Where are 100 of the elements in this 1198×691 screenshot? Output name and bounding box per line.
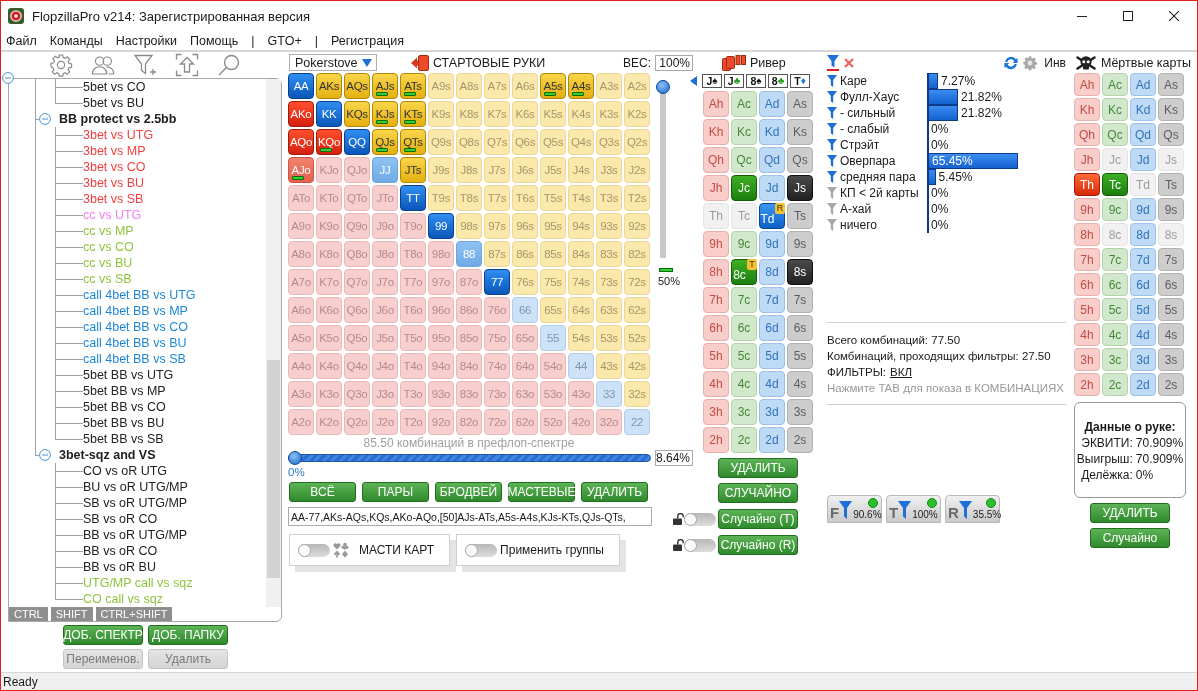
card-tile[interactable]: 5s (787, 343, 813, 369)
tree-item[interactable]: 3bet vs SB (83, 191, 144, 207)
tree-item[interactable]: 3bet vs BU (83, 175, 145, 191)
card-tile[interactable]: 9s (1158, 198, 1184, 221)
tree-item[interactable]: 5bet vs BU (83, 95, 145, 111)
hand-cell[interactable]: 42s (624, 353, 650, 379)
hand-cell[interactable]: 98s (456, 213, 482, 239)
card-tile[interactable]: 9h (703, 231, 729, 257)
random-card-button[interactable]: Случайно (R) (718, 535, 798, 555)
hand-cell[interactable]: 52o (540, 409, 566, 435)
hand-cell[interactable]: T9s (428, 185, 454, 211)
tree-item[interactable]: BB vs oR CO (83, 543, 158, 559)
filter-badge[interactable]: F 90.6% (827, 495, 882, 523)
card-tile[interactable]: Qh (703, 147, 729, 173)
tree-item[interactable]: cc vs BU (83, 255, 133, 271)
hand-cell[interactable]: 87o (456, 269, 482, 295)
hand-cell[interactable]: 64s (568, 297, 594, 323)
hand-cell[interactable]: Q4o (344, 353, 370, 379)
hand-cell[interactable]: KTo (316, 185, 342, 211)
hand-cell[interactable]: 96o (428, 297, 454, 323)
hand-cell[interactable]: Q9s (428, 129, 454, 155)
tree-item[interactable]: BB vs oR BU (83, 559, 156, 575)
triangle-left-icon[interactable] (690, 75, 697, 86)
filter-badge[interactable]: R 35.5% (945, 495, 1000, 523)
hand-cell[interactable]: T6s (512, 185, 538, 211)
board-button[interactable]: СЛУЧАЙНО (718, 483, 798, 503)
hand-cell[interactable]: 94o (428, 353, 454, 379)
hand-cell[interactable]: T5o (400, 325, 426, 351)
card-tile[interactable]: 6s (787, 315, 813, 341)
filter-icon[interactable] (827, 171, 837, 183)
tree-action-button[interactable]: ДОБ. ПАПКУ (148, 625, 228, 645)
board-card[interactable]: 8♣ (768, 73, 788, 88)
card-tile[interactable]: 5d (759, 343, 785, 369)
hand-cell[interactable]: 63s (596, 297, 622, 323)
modifier-key[interactable]: SHIFT (50, 607, 93, 621)
hand-cell[interactable]: K9s (428, 101, 454, 127)
hand-cell[interactable]: K8o (316, 241, 342, 267)
hand-cell[interactable]: 98o (428, 241, 454, 267)
hand-cell[interactable]: KQo (316, 129, 342, 155)
hand-cell[interactable]: K6o (316, 297, 342, 323)
toggle-switch[interactable] (298, 543, 330, 557)
hand-cell[interactable]: 88 (456, 241, 482, 267)
modifier-key[interactable]: CTRL (9, 607, 48, 621)
tree-item[interactable]: UTG/MP call vs sqz (83, 575, 193, 591)
hand-cell[interactable]: Q6o (344, 297, 370, 323)
range-button[interactable]: УДАЛИТЬ (581, 482, 648, 502)
hand-cell[interactable]: T5s (540, 185, 566, 211)
card-tile[interactable]: 7s (1158, 248, 1184, 271)
hand-cell[interactable]: T2s (624, 185, 650, 211)
hand-cell[interactable]: Q5s (540, 129, 566, 155)
hand-cell[interactable]: 62s (624, 297, 650, 323)
hand-cell[interactable]: 66 (512, 297, 538, 323)
hand-cell[interactable]: KK (316, 101, 342, 127)
card-tile[interactable]: 7c (731, 287, 757, 313)
hand-cell[interactable]: J2s (624, 157, 650, 183)
hand-cell[interactable]: J6o (372, 297, 398, 323)
card-tile[interactable]: 4h (1074, 323, 1100, 346)
card-tile[interactable]: 2d (759, 427, 785, 453)
card-tile[interactable]: Ts (787, 203, 813, 229)
filter-icon[interactable] (827, 203, 837, 215)
tree-item[interactable]: call 4bet BB vs MP (83, 303, 188, 319)
card-tile[interactable]: 4d (759, 371, 785, 397)
lock-icon[interactable] (673, 513, 684, 525)
tree-item[interactable]: cc vs MP (83, 223, 134, 239)
hand-cell[interactable]: 44 (568, 353, 594, 379)
hand-cell[interactable]: 55 (540, 325, 566, 351)
hand-cell[interactable]: J7o (372, 269, 398, 295)
hand-cell[interactable]: A8o (288, 241, 314, 267)
card-tile[interactable]: Kh (703, 119, 729, 145)
filter-icon[interactable] (827, 54, 839, 71)
hand-cell[interactable]: TT (400, 185, 426, 211)
toggle-switch[interactable] (684, 538, 716, 552)
card-tile[interactable]: Ad (1130, 73, 1156, 96)
card-tile[interactable]: 6d (759, 315, 785, 341)
hand-cell[interactable]: 53o (540, 381, 566, 407)
card-tile[interactable]: 5c (1102, 298, 1128, 321)
hand-cell[interactable]: A3o (288, 381, 314, 407)
refresh-icon[interactable] (1003, 54, 1020, 71)
card-tile[interactable]: 2c (1102, 373, 1128, 396)
hand-cell[interactable]: A4s (568, 73, 594, 99)
menu-item[interactable]: Команды (49, 33, 103, 48)
hand-cell[interactable]: 82o (456, 409, 482, 435)
card-tile[interactable]: 3c (1102, 348, 1128, 371)
card-tile[interactable]: Kd (759, 119, 785, 145)
hand-cell[interactable]: T8s (456, 185, 482, 211)
card-tile[interactable]: Jd (759, 175, 785, 201)
tree-folder[interactable]: BB protect vs 2.5bb (59, 111, 177, 127)
hand-cell[interactable]: K3s (596, 101, 622, 127)
card-tile[interactable]: 4c (1102, 323, 1128, 346)
tree-action-button[interactable]: ДОБ. СПЕКТР (63, 625, 143, 645)
hand-cell[interactable]: 92o (428, 409, 454, 435)
users-icon[interactable] (91, 53, 115, 77)
tree-item[interactable]: 5bet BB vs SB (83, 431, 164, 447)
slider-thumb[interactable] (288, 451, 302, 465)
hand-cell[interactable]: KJs (372, 101, 398, 127)
card-tile[interactable]: 3d (1130, 348, 1156, 371)
card-tile[interactable]: Td R (759, 203, 785, 229)
hand-cell[interactable]: K7s (484, 101, 510, 127)
hand-cell[interactable]: JTo (372, 185, 398, 211)
hand-cell[interactable]: ATs (400, 73, 426, 99)
